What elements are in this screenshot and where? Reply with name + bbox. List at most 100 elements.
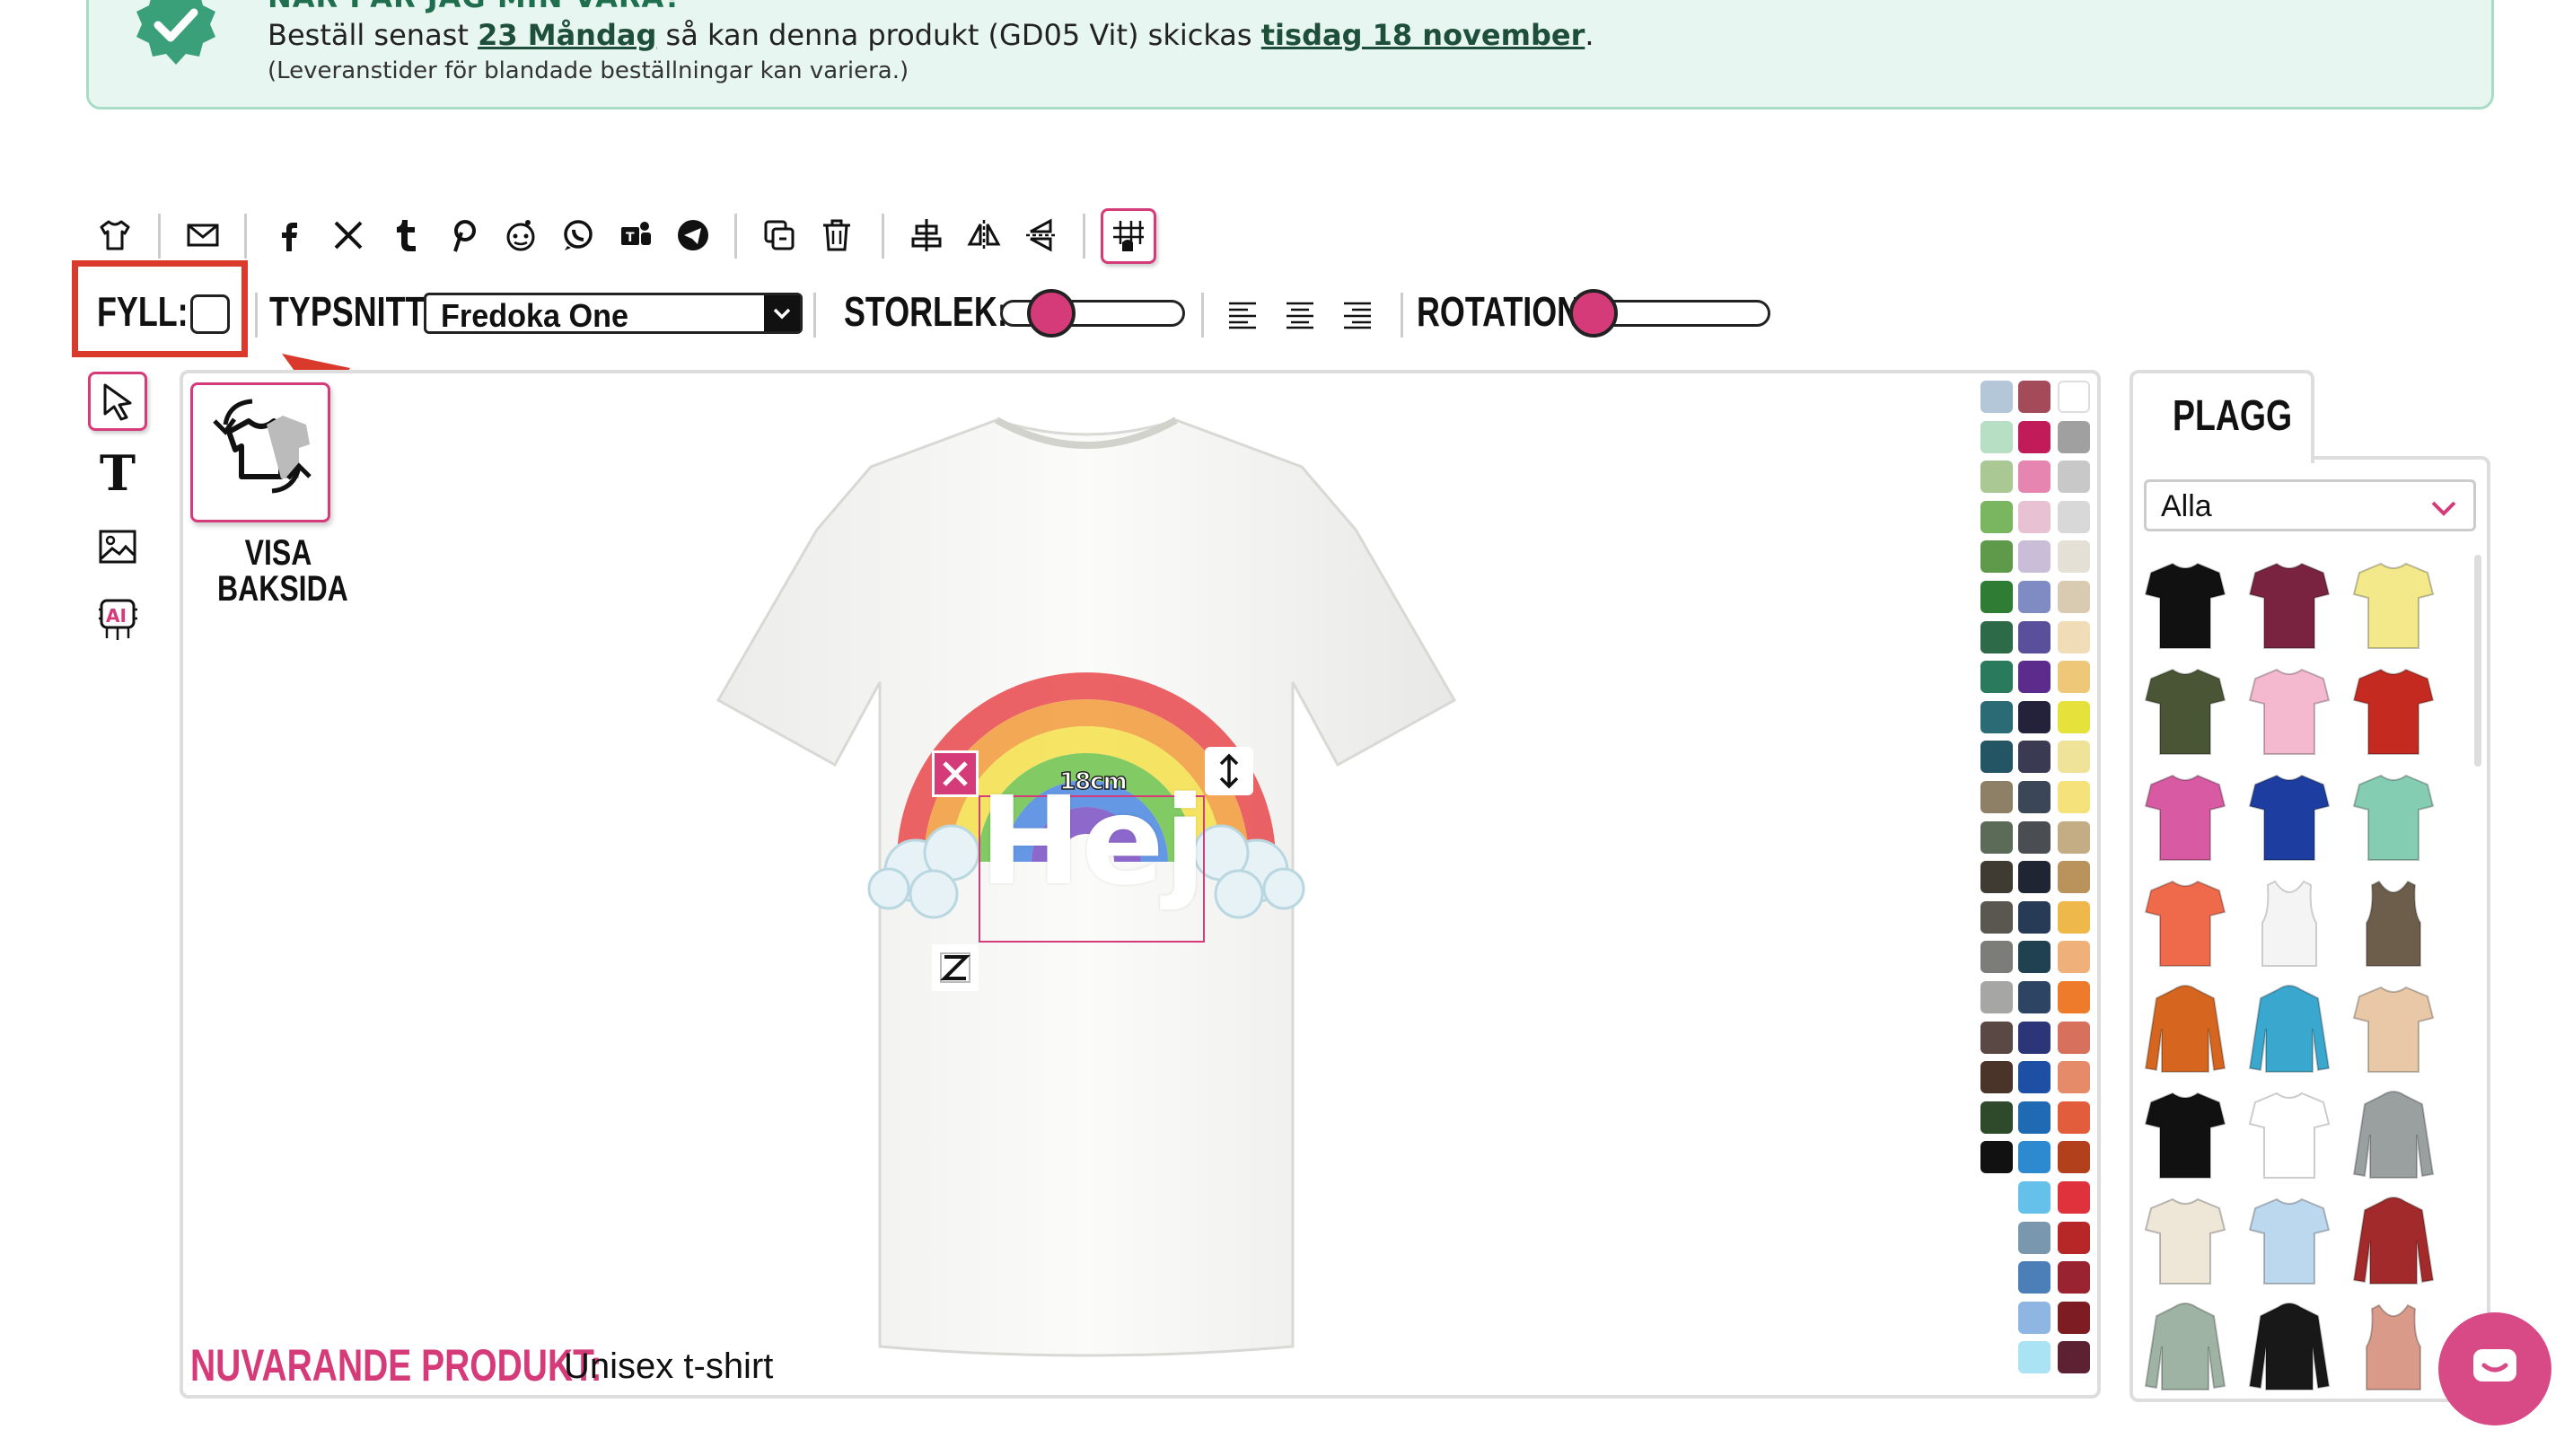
- align-right-icon[interactable]: [1334, 291, 1381, 338]
- align-left-icon[interactable]: [1219, 291, 1266, 338]
- garment-yellow-tshirt[interactable]: [2352, 558, 2435, 652]
- color-swatch[interactable]: [2058, 420, 2090, 453]
- color-swatch[interactable]: [2018, 1181, 2050, 1214]
- reddit-icon[interactable]: [497, 212, 544, 259]
- color-swatch[interactable]: [2018, 1301, 2050, 1334]
- garment-red-tshirt[interactable]: [2352, 664, 2435, 758]
- color-swatch[interactable]: [2058, 1181, 2090, 1214]
- garment-turquoise-hoodie[interactable]: [2248, 982, 2331, 1075]
- color-swatch[interactable]: [2018, 1341, 2050, 1374]
- color-swatch[interactable]: [2058, 1301, 2090, 1334]
- facebook-icon[interactable]: [266, 212, 312, 259]
- garment-scrollbar[interactable]: [2474, 555, 2481, 767]
- color-swatch[interactable]: [2058, 1141, 2090, 1174]
- garment-black-orange-hoodie[interactable]: [2248, 1300, 2331, 1393]
- garment-raglan-tshirt[interactable]: [2248, 1088, 2331, 1181]
- color-swatch[interactable]: [2058, 1261, 2090, 1294]
- color-swatch[interactable]: [1980, 1061, 2013, 1094]
- color-swatch[interactable]: [2018, 420, 2050, 453]
- color-swatch[interactable]: [2018, 581, 2050, 613]
- garment-brown-tanktop[interactable]: [2352, 876, 2435, 969]
- color-swatch[interactable]: [2058, 1021, 2090, 1054]
- grid-icon[interactable]: [1101, 208, 1156, 264]
- color-swatch[interactable]: [1980, 381, 2013, 413]
- garment-orange-hoodie[interactable]: [2144, 982, 2226, 1075]
- color-swatch[interactable]: [1980, 700, 2013, 733]
- color-swatch[interactable]: [1980, 941, 2013, 974]
- color-swatch[interactable]: [2058, 900, 2090, 934]
- color-swatch[interactable]: [2018, 781, 2050, 813]
- color-swatch[interactable]: [2018, 981, 2050, 1013]
- tumblr-icon[interactable]: [382, 212, 429, 259]
- rotation-slider-handle[interactable]: [1569, 289, 1618, 338]
- color-swatch[interactable]: [1980, 661, 2013, 694]
- show-back-button[interactable]: [190, 382, 330, 522]
- garment-rose-tanktop[interactable]: [2352, 1300, 2435, 1393]
- color-swatch[interactable]: [2058, 781, 2090, 813]
- color-swatch[interactable]: [2018, 500, 2050, 533]
- garment-varsity-jacket[interactable]: [2352, 1194, 2435, 1287]
- color-swatch[interactable]: [1980, 781, 2013, 813]
- color-swatch[interactable]: [1980, 420, 2013, 453]
- color-swatch[interactable]: [1980, 1101, 2013, 1134]
- color-swatch[interactable]: [2058, 741, 2090, 774]
- color-swatch[interactable]: [2058, 1061, 2090, 1094]
- color-swatch[interactable]: [1980, 981, 2013, 1013]
- color-swatch[interactable]: [1980, 460, 2013, 494]
- color-swatch[interactable]: [2018, 661, 2050, 694]
- color-swatch[interactable]: [2058, 981, 2090, 1013]
- color-swatch[interactable]: [2018, 1061, 2050, 1094]
- color-swatch[interactable]: [1980, 540, 2013, 574]
- size-slider-handle[interactable]: [1027, 289, 1076, 338]
- garment-sage-longsleeve[interactable]: [2144, 1300, 2226, 1393]
- text-tool[interactable]: T: [88, 443, 147, 503]
- garment-filter-select[interactable]: Alla: [2144, 479, 2476, 531]
- garment-black-tshirt[interactable]: [2144, 558, 2226, 652]
- garment-white-tanktop[interactable]: [2248, 876, 2331, 969]
- color-swatch[interactable]: [2018, 1141, 2050, 1174]
- garment-pink-tshirt[interactable]: [2248, 664, 2331, 758]
- color-swatch[interactable]: [2058, 1221, 2090, 1254]
- color-swatch[interactable]: [2018, 620, 2050, 653]
- color-swatch[interactable]: [2018, 900, 2050, 934]
- color-swatch[interactable]: [2058, 500, 2090, 533]
- image-tool[interactable]: [88, 517, 147, 576]
- tab-plagg[interactable]: PLAGG: [2130, 370, 2314, 463]
- garment-burgundy-tshirt[interactable]: [2248, 558, 2331, 652]
- garment-ombre-tshirt[interactable]: [2248, 1194, 2331, 1287]
- color-swatch[interactable]: [2018, 540, 2050, 574]
- garment-mint-tshirt[interactable]: [2352, 770, 2435, 864]
- resize-handle[interactable]: [1205, 747, 1253, 795]
- garment-olive-tshirt[interactable]: [2144, 664, 2226, 758]
- chat-button[interactable]: [2438, 1312, 2551, 1425]
- whatsapp-icon[interactable]: [555, 212, 602, 259]
- color-swatch[interactable]: [2018, 1221, 2050, 1254]
- color-swatch[interactable]: [2018, 381, 2050, 413]
- delete-handle[interactable]: [932, 750, 979, 797]
- mail-icon[interactable]: [180, 212, 226, 259]
- color-swatch[interactable]: [2018, 460, 2050, 494]
- color-swatch[interactable]: [2018, 1261, 2050, 1294]
- garment-natural-tshirt[interactable]: [2144, 1194, 2226, 1287]
- color-swatch[interactable]: [2018, 1101, 2050, 1134]
- color-swatch[interactable]: [2058, 381, 2090, 413]
- garment-grey-hoodie[interactable]: [2352, 1088, 2435, 1181]
- color-swatch[interactable]: [2058, 581, 2090, 613]
- color-swatch[interactable]: [2058, 861, 2090, 894]
- color-swatch[interactable]: [2018, 700, 2050, 733]
- color-swatch[interactable]: [1980, 500, 2013, 533]
- design-text[interactable]: Hej: [973, 781, 1212, 903]
- select-tool[interactable]: [88, 372, 147, 431]
- trash-icon[interactable]: [813, 212, 860, 259]
- pinterest-icon[interactable]: [440, 212, 487, 259]
- color-swatch[interactable]: [1980, 861, 2013, 894]
- shirt-icon[interactable]: [92, 212, 138, 259]
- color-swatch[interactable]: [1980, 820, 2013, 854]
- color-swatch[interactable]: [2018, 820, 2050, 854]
- align-center-icon[interactable]: [903, 212, 950, 259]
- color-swatch[interactable]: [2058, 661, 2090, 694]
- color-swatch[interactable]: [2058, 941, 2090, 974]
- color-swatch[interactable]: [1980, 581, 2013, 613]
- x-icon[interactable]: [325, 212, 372, 259]
- color-swatch[interactable]: [2018, 861, 2050, 894]
